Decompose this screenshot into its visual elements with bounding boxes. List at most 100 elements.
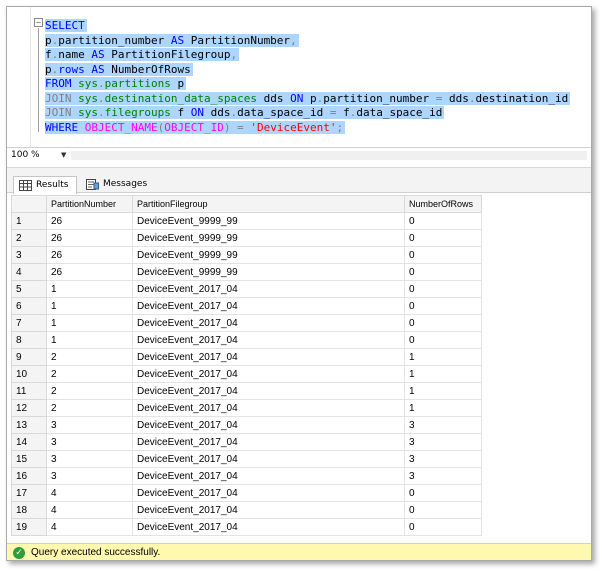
row-number[interactable]: 15	[11, 450, 47, 468]
table-row[interactable]: 7 1 DeviceEvent_2017_04 0	[11, 314, 482, 332]
code-line[interactable]: f.name AS PartitionFilegroup,	[45, 48, 240, 62]
table-cell[interactable]: DeviceEvent_2017_04	[132, 280, 405, 298]
collapse-toggle-icon[interactable]: −	[34, 18, 43, 27]
table-row[interactable]: 10 2 DeviceEvent_2017_04 1	[11, 365, 482, 383]
code-line[interactable]: p.rows AS NumberOfRows	[45, 62, 193, 77]
table-row[interactable]: 4 26 DeviceEvent_9999_99 0	[11, 263, 482, 281]
row-number[interactable]: 16	[11, 467, 47, 485]
table-row[interactable]: 2 26 DeviceEvent_9999_99 0	[11, 229, 482, 247]
tab-results[interactable]: Results	[13, 176, 77, 194]
table-cell[interactable]: 3	[46, 416, 133, 434]
table-cell[interactable]: DeviceEvent_2017_04	[132, 518, 405, 536]
table-cell[interactable]: 3	[46, 450, 133, 468]
sql-editor[interactable]: − SELECT p.partition_number AS PartitionN…	[7, 7, 591, 147]
table-cell[interactable]: DeviceEvent_2017_04	[132, 501, 405, 519]
row-number[interactable]: 14	[11, 433, 47, 451]
table-cell[interactable]: 3	[404, 416, 482, 434]
table-row[interactable]: 6 1 DeviceEvent_2017_04 0	[11, 297, 482, 315]
table-row[interactable]: 9 2 DeviceEvent_2017_04 1	[11, 348, 482, 366]
table-row[interactable]: 19 4 DeviceEvent_2017_04 0	[11, 518, 482, 536]
zoom-dropdown[interactable]: 100 % ▼	[11, 149, 69, 162]
table-cell[interactable]: 2	[46, 365, 133, 383]
table-row[interactable]: 1 26 DeviceEvent_9999_99 0	[11, 212, 482, 230]
table-row[interactable]: 8 1 DeviceEvent_2017_04 0	[11, 331, 482, 349]
table-cell[interactable]: DeviceEvent_9999_99	[132, 246, 405, 264]
table-cell[interactable]: 0	[404, 263, 482, 281]
table-cell[interactable]: 1	[404, 365, 482, 383]
table-cell[interactable]: 4	[46, 501, 133, 519]
column-header-partitionfilegroup[interactable]: PartitionFilegroup	[132, 195, 405, 213]
table-row[interactable]: 12 2 DeviceEvent_2017_04 1	[11, 399, 482, 417]
table-cell[interactable]: 3	[46, 467, 133, 485]
table-cell[interactable]: 1	[46, 280, 133, 298]
table-row[interactable]: 11 2 DeviceEvent_2017_04 1	[11, 382, 482, 400]
table-cell[interactable]: 26	[46, 212, 133, 230]
table-cell[interactable]: 3	[404, 467, 482, 485]
table-cell[interactable]: DeviceEvent_9999_99	[132, 212, 405, 230]
table-cell[interactable]: DeviceEvent_2017_04	[132, 467, 405, 485]
corner-cell[interactable]	[11, 195, 47, 213]
table-cell[interactable]: DeviceEvent_2017_04	[132, 450, 405, 468]
row-number[interactable]: 9	[11, 348, 47, 366]
code-line[interactable]: WHERE OBJECT_NAME(OBJECT_ID) = 'DeviceEv…	[45, 120, 346, 135]
table-cell[interactable]: 0	[404, 280, 482, 298]
table-cell[interactable]: DeviceEvent_2017_04	[132, 433, 405, 451]
table-cell[interactable]: 0	[404, 501, 482, 519]
table-cell[interactable]: DeviceEvent_2017_04	[132, 348, 405, 366]
table-cell[interactable]: 0	[404, 518, 482, 536]
table-row[interactable]: 5 1 DeviceEvent_2017_04 0	[11, 280, 482, 298]
table-cell[interactable]: 26	[46, 246, 133, 264]
table-row[interactable]: 16 3 DeviceEvent_2017_04 3	[11, 467, 482, 485]
table-row[interactable]: 18 4 DeviceEvent_2017_04 0	[11, 501, 482, 519]
row-number[interactable]: 19	[11, 518, 47, 536]
table-cell[interactable]: 0	[404, 314, 482, 332]
table-cell[interactable]: DeviceEvent_9999_99	[132, 263, 405, 281]
table-cell[interactable]: 1	[404, 348, 482, 366]
row-number[interactable]: 4	[11, 263, 47, 281]
table-cell[interactable]: 3	[404, 450, 482, 468]
table-cell[interactable]: DeviceEvent_9999_99	[132, 229, 405, 247]
table-cell[interactable]: 3	[46, 433, 133, 451]
results-grid[interactable]: PartitionNumber PartitionFilegroup Numbe…	[11, 195, 589, 541]
row-number[interactable]: 8	[11, 331, 47, 349]
table-cell[interactable]: 4	[46, 484, 133, 502]
row-number[interactable]: 3	[11, 246, 47, 264]
row-number[interactable]: 11	[11, 382, 47, 400]
row-number[interactable]: 1	[11, 212, 47, 230]
horizontal-scrollbar[interactable]	[71, 151, 587, 160]
table-cell[interactable]: 26	[46, 229, 133, 247]
table-row[interactable]: 13 3 DeviceEvent_2017_04 3	[11, 416, 482, 434]
table-cell[interactable]: 26	[46, 263, 133, 281]
table-cell[interactable]: 2	[46, 348, 133, 366]
row-number[interactable]: 5	[11, 280, 47, 298]
table-cell[interactable]: 1	[404, 399, 482, 417]
code-line[interactable]: p.partition_number AS PartitionNumber,	[45, 33, 299, 48]
table-row[interactable]: 17 4 DeviceEvent_2017_04 0	[11, 484, 482, 502]
row-number[interactable]: 10	[11, 365, 47, 383]
code-line[interactable]: SELECT	[45, 19, 87, 33]
tab-messages[interactable]: Messages	[81, 176, 153, 194]
table-cell[interactable]: 0	[404, 212, 482, 230]
table-cell[interactable]: DeviceEvent_2017_04	[132, 297, 405, 315]
table-cell[interactable]: DeviceEvent_2017_04	[132, 484, 405, 502]
table-cell[interactable]: DeviceEvent_2017_04	[132, 365, 405, 383]
table-cell[interactable]: 1	[46, 314, 133, 332]
code-line[interactable]: JOIN sys.destination_data_spaces dds ON …	[45, 91, 571, 106]
table-cell[interactable]: 0	[404, 229, 482, 247]
table-cell[interactable]: 1	[46, 297, 133, 315]
row-number[interactable]: 13	[11, 416, 47, 434]
code-line[interactable]: JOIN sys.filegroups f ON dds.data_space_…	[45, 106, 445, 120]
table-cell[interactable]: 2	[46, 399, 133, 417]
row-number[interactable]: 18	[11, 501, 47, 519]
row-number[interactable]: 7	[11, 314, 47, 332]
chevron-down-icon[interactable]: ▼	[61, 149, 66, 162]
table-row[interactable]: 15 3 DeviceEvent_2017_04 3	[11, 450, 482, 468]
table-cell[interactable]: 2	[46, 382, 133, 400]
table-row[interactable]: 14 3 DeviceEvent_2017_04 3	[11, 433, 482, 451]
table-cell[interactable]: 1	[46, 331, 133, 349]
table-cell[interactable]: DeviceEvent_2017_04	[132, 416, 405, 434]
table-cell[interactable]: DeviceEvent_2017_04	[132, 399, 405, 417]
table-cell[interactable]: 3	[404, 433, 482, 451]
table-cell[interactable]: 0	[404, 331, 482, 349]
column-header-numberofrows[interactable]: NumberOfRows	[404, 195, 482, 213]
